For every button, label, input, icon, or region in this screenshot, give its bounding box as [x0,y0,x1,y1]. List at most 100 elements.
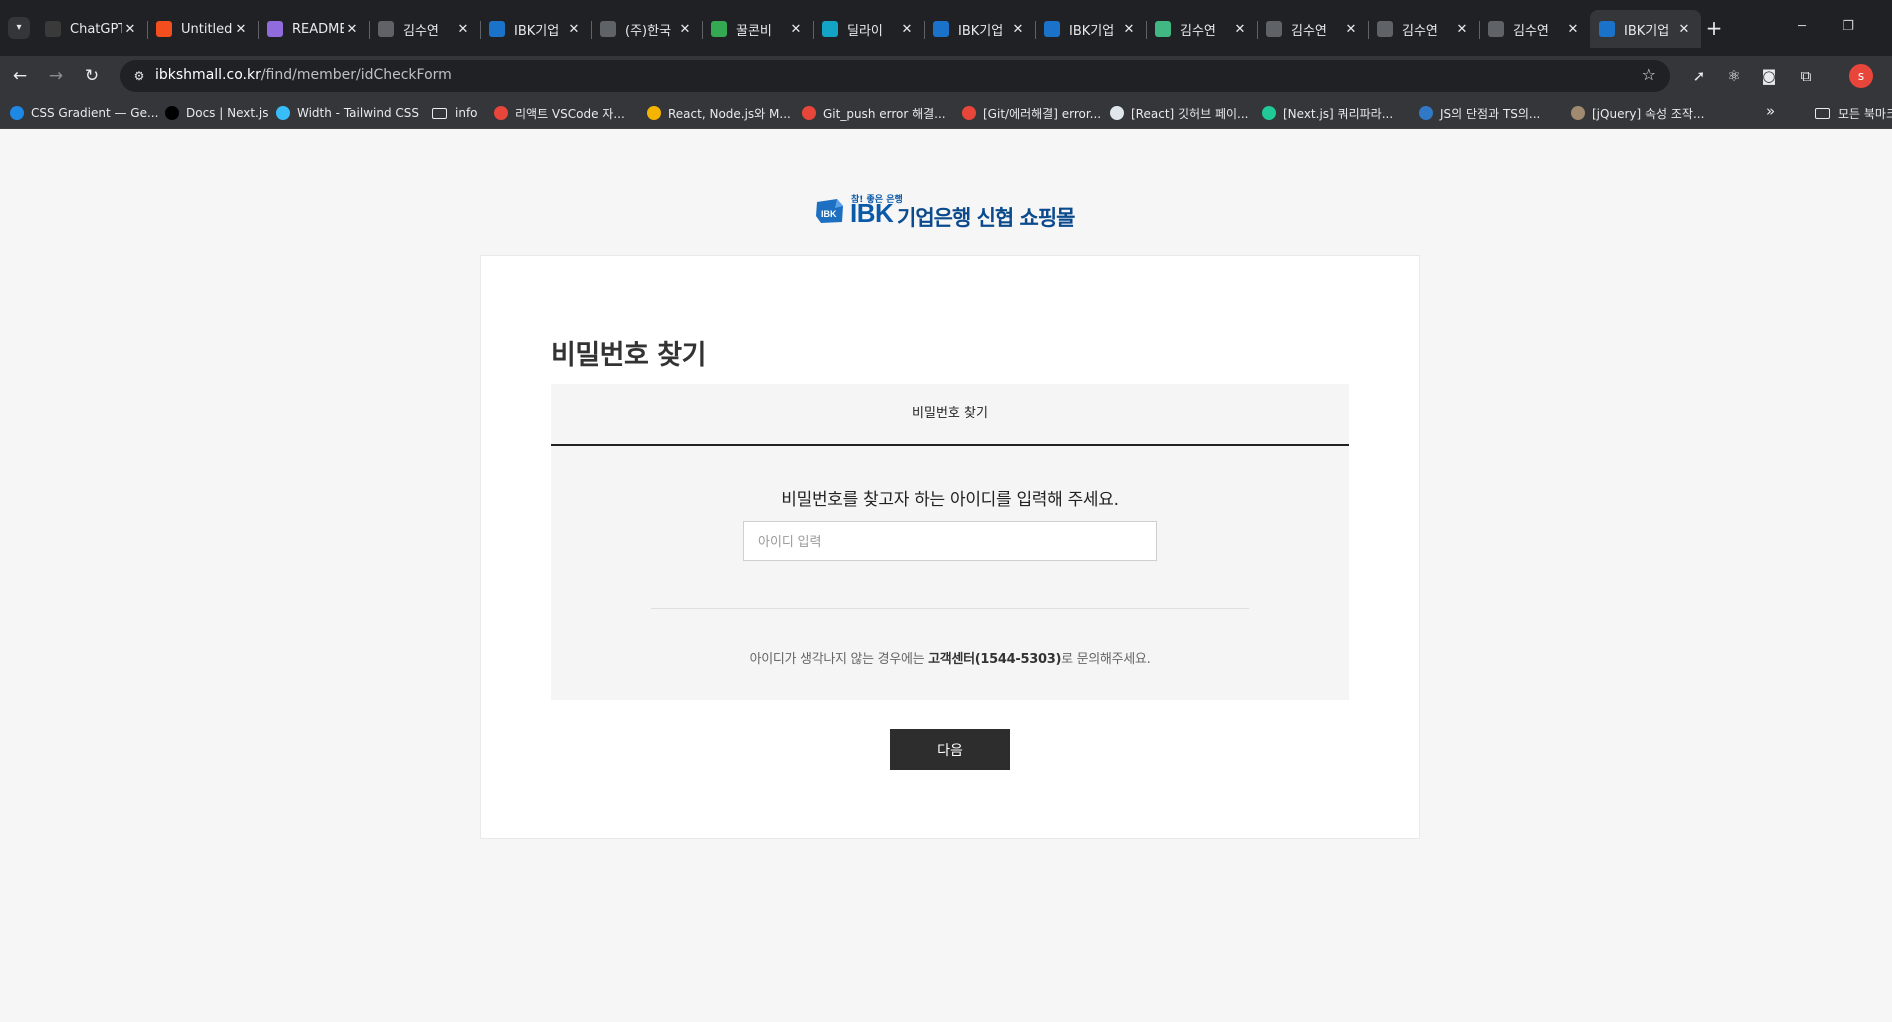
url-text[interactable]: ibkshmall.co.kr/find/member/idCheckForm [155,67,452,83]
divider [651,608,1249,609]
tab-title: 김수연 [1180,23,1216,39]
close-tab-icon[interactable]: ✕ [1232,22,1248,37]
close-tab-icon[interactable]: ✕ [1676,22,1692,37]
browser-tab[interactable]: ChatGPT ✕ [36,10,147,48]
cursor-extension-icon[interactable]: ➚ [1687,64,1711,88]
bookmark-item[interactable]: Git_push error 해결... [802,104,946,122]
globe-icon [1266,21,1282,37]
browser-tab[interactable]: 김수연 ✕ [1257,10,1368,48]
new-tab-button[interactable]: + [1702,16,1726,40]
close-tab-icon[interactable]: ✕ [344,22,360,37]
tab-title: 김수연 [1513,23,1549,39]
browser-tab[interactable]: README ✕ [258,10,369,48]
close-tab-icon[interactable]: ✕ [899,22,915,37]
bookmark-item[interactable]: 리액트 VSCode 자... [494,104,625,122]
minimize-button[interactable]: ─ [1787,14,1817,40]
globe-icon [378,21,394,37]
logo-brand: IBK [850,198,894,228]
close-tab-icon[interactable]: ✕ [455,22,471,37]
bookmark-label: [Next.js] 쿼리파라... [1283,106,1394,121]
find-password-card: 비밀번호 찾기 비밀번호 찾기 비밀번호를 찾고자 하는 아이디를 입력해 주세… [480,255,1420,839]
browser-tab[interactable]: IBK기업 ✕ [1590,10,1701,48]
browser-tab[interactable]: IBK기업 ✕ [480,10,591,48]
folder-icon [1815,107,1830,119]
vue-icon [1155,21,1171,37]
close-tab-icon[interactable]: ✕ [1010,22,1026,37]
bookmark-item[interactable]: [jQuery] 속성 조작... [1571,104,1704,122]
browser-tab[interactable]: 김수연 ✕ [1479,10,1590,48]
browser-tab[interactable]: 꿀콘비 ✕ [702,10,813,48]
bookmark-item[interactable]: CSS Gradient — Ge... [10,104,158,122]
browser-toolbar: ← → ↻ ⚙ ibkshmall.co.kr/find/member/idCh… [0,56,1892,96]
bookmark-label: React, Node.js와 M... [668,106,791,121]
avatar-icon [1571,106,1585,120]
readme-icon [267,21,283,37]
extensions-puzzle-icon[interactable]: ⧉ [1794,64,1818,88]
next-button[interactable]: 다음 [890,729,1010,770]
bookmark-item[interactable]: Docs | Next.js [165,104,268,122]
back-icon[interactable]: ← [6,62,34,90]
site-info-icon[interactable]: ⚙ [130,67,148,85]
browser-tab[interactable]: Untitled ✕ [147,10,258,48]
page-content: IBK 참! 좋은 은행 IBK 기업은행 신협 쇼핑몰 비밀번호 찾기 비밀번… [0,130,1892,1022]
bookmark-item[interactable]: React, Node.js와 M... [647,104,791,122]
close-tab-icon[interactable]: ✕ [566,22,582,37]
tistory-icon [962,106,976,120]
browser-tab[interactable]: IBK기업 ✕ [1035,10,1146,48]
react-devtools-icon[interactable]: ⚛ [1722,64,1746,88]
bookmark-item[interactable]: Width - Tailwind CSS [276,104,419,122]
bookmark-item[interactable]: JS의 단점과 TS의... [1419,104,1540,122]
browser-tab[interactable]: 김수연 ✕ [1368,10,1479,48]
browser-tab[interactable]: (주)한국 ✕ [591,10,702,48]
bookmark-item[interactable]: [React] 깃허브 페이... [1110,104,1248,122]
bookmarks-bar: » 모든 북마크 CSS Gradient — Ge... Docs | Next… [0,96,1892,129]
bookmark-item[interactable]: [Git/에러해결] error... [962,104,1101,122]
tistory-icon [494,106,508,120]
browser-tab[interactable]: 김수연 ✕ [1146,10,1257,48]
address-bar[interactable]: ⚙ ibkshmall.co.kr/find/member/idCheckFor… [120,60,1670,92]
tab-find-password[interactable]: 비밀번호 찾기 [551,384,1349,444]
page-title: 비밀번호 찾기 [551,340,706,371]
bookmark-label: Docs | Next.js [186,106,269,120]
close-tab-icon[interactable]: ✕ [122,22,138,37]
bookmark-label: info [455,106,478,120]
browser-tab[interactable]: 딜라이 ✕ [813,10,924,48]
reload-icon[interactable]: ↻ [78,62,106,90]
ibk-icon [933,21,949,37]
restore-button[interactable]: ❐ [1833,14,1863,40]
browser-tab[interactable]: IBK기업 ✕ [924,10,1035,48]
bookmark-label: [React] 깃허브 페이... [1131,106,1249,121]
globe-icon [600,21,616,37]
tab-title: IBK기업 [958,23,1004,39]
close-tab-icon[interactable]: ✕ [1121,22,1137,37]
close-tab-icon[interactable]: ✕ [677,22,693,37]
css-gradient-icon [10,106,24,120]
more-bookmarks-icon[interactable]: » [1766,102,1775,120]
browser-tab[interactable]: 김수연 ✕ [369,10,480,48]
bookmark-item[interactable]: [Next.js] 쿼리파라... [1262,104,1393,122]
all-bookmarks-folder[interactable]: 모든 북마크 [1815,104,1892,122]
bookmark-page-icon [1110,106,1124,120]
bookmark-star-icon[interactable]: ☆ [1642,65,1656,84]
close-tab-icon[interactable]: ✕ [1454,22,1470,37]
forward-icon[interactable]: → [42,62,70,90]
close-tab-icon[interactable]: ✕ [1343,22,1359,37]
folder-icon [432,107,447,119]
find-password-panel: 비밀번호를 찾고자 하는 아이디를 입력해 주세요. 아이디가 생각나지 않는 … [551,446,1349,700]
tab-search-button[interactable]: ▾ [8,17,30,39]
camera-icon[interactable]: ◙ [1757,64,1781,88]
close-tab-icon[interactable]: ✕ [788,22,804,37]
close-tab-icon[interactable]: ✕ [233,22,249,37]
d-icon [822,21,838,37]
profile-avatar[interactable]: s [1849,64,1873,88]
tab-title: Untitled [181,21,233,37]
ibk-icon [1044,21,1060,37]
pencil-icon [647,106,661,120]
notice-text-pre: 아이디가 생각나지 않는 경우에는 [749,652,929,667]
tab-title: IBK기업 [514,23,560,39]
site-logo[interactable]: IBK 참! 좋은 은행 IBK 기업은행 신협 쇼핑몰 [815,192,1089,230]
bookmark-item[interactable]: info [432,104,478,122]
close-tab-icon[interactable]: ✕ [1565,22,1581,37]
user-id-input[interactable] [743,521,1157,561]
globe-icon [1488,21,1504,37]
